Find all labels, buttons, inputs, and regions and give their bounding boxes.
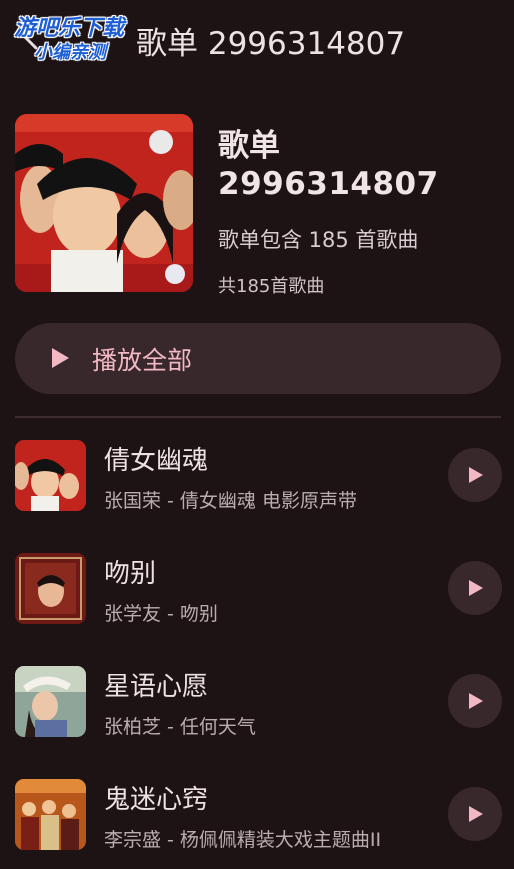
page-title: 歌单 2996314807 <box>136 26 406 62</box>
song-subtitle: 张柏芝 - 任何天气 <box>104 716 256 738</box>
play-icon <box>469 806 483 822</box>
play-all-label: 播放全部 <box>92 346 193 375</box>
song-cover-image <box>15 553 86 624</box>
song-cover-image <box>15 440 86 511</box>
song-play-button[interactable] <box>448 787 502 841</box>
song-cover-image <box>15 666 86 737</box>
playlist-name-line1: 歌单 <box>218 128 280 164</box>
song-subtitle: 张学友 - 吻别 <box>104 603 218 625</box>
song-subtitle: 李宗盛 - 杨佩佩精装大戏主题曲II <box>104 829 382 851</box>
watermark-logo: 游吧乐下载 小编亲测 <box>14 10 144 63</box>
playlist-header: 歌单 2996314807 歌单包含 185 首歌曲 共185首歌曲 <box>0 114 514 299</box>
playlist-song-count: 歌单包含 185 首歌曲 <box>218 228 419 252</box>
top-app-bar: 歌单 2996314807 游吧乐下载 小编亲测 <box>0 0 514 78</box>
song-subtitle: 张国荣 - 倩女幽魂 电影原声带 <box>104 490 357 512</box>
song-title: 星语心愿 <box>104 672 209 702</box>
song-title: 吻别 <box>104 559 157 589</box>
play-icon <box>50 347 70 369</box>
song-cover-image <box>15 779 86 850</box>
song-item-2[interactable]: 吻别 张学友 - 吻别 <box>0 553 514 643</box>
play-icon <box>469 693 483 709</box>
song-item-1[interactable]: 倩女幽魂 张国荣 - 倩女幽魂 电影原声带 <box>0 440 514 530</box>
divider <box>15 416 501 418</box>
watermark-line2: 小编亲测 <box>34 42 106 63</box>
song-play-button[interactable] <box>448 674 502 728</box>
playlist-total: 共185首歌曲 <box>218 276 325 297</box>
song-play-button[interactable] <box>448 448 502 502</box>
play-icon <box>469 467 483 483</box>
play-all-button[interactable]: 播放全部 <box>15 323 501 394</box>
playlist-cover-image <box>15 114 193 292</box>
playlist-name-line2: 2996314807 <box>218 166 439 202</box>
song-item-3[interactable]: 星语心愿 张柏芝 - 任何天气 <box>0 666 514 756</box>
song-title: 倩女幽魂 <box>104 446 209 476</box>
song-item-4[interactable]: 鬼迷心窍 李宗盛 - 杨佩佩精装大戏主题曲II <box>0 779 514 869</box>
song-title: 鬼迷心窍 <box>104 785 209 815</box>
play-icon <box>469 580 483 596</box>
song-play-button[interactable] <box>448 561 502 615</box>
